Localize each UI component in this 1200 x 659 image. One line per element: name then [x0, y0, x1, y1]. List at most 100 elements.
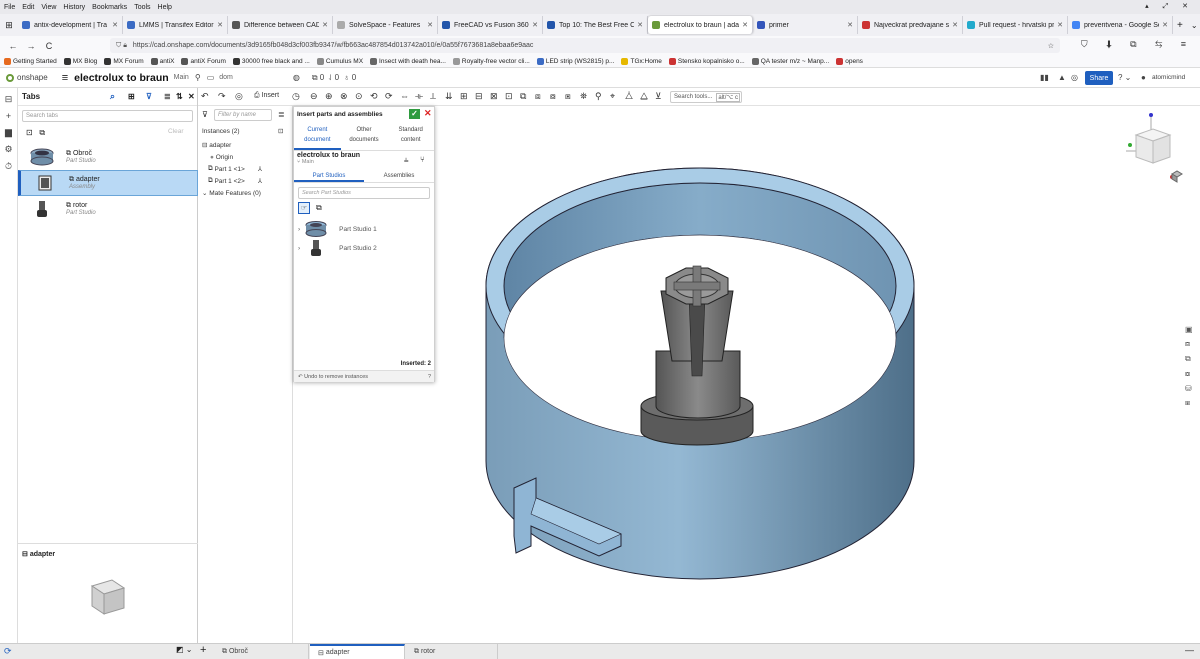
browser-tab[interactable]: Najveckrat predvajane sl ✕ — [858, 16, 963, 34]
subtab-assemblies[interactable]: Assemblies — [364, 169, 434, 182]
bookmark-item[interactable]: QA tester m/z ~ Manp... — [751, 58, 829, 65]
instance-row-origin[interactable]: ● Origin — [198, 151, 293, 163]
view-options-icon[interactable] — [1171, 170, 1183, 183]
undo-icon[interactable]: ↶ — [201, 91, 209, 102]
tab-other-documents[interactable]: Other documents — [341, 121, 388, 150]
planar-mate-icon[interactable]: ⊙ — [355, 91, 363, 102]
tab-close-icon[interactable]: ✕ — [1162, 21, 1168, 29]
tab-current-document[interactable]: Current document — [294, 121, 341, 150]
bookmark-item[interactable]: Cumulus MX — [316, 58, 363, 65]
share-button[interactable]: Share — [1085, 71, 1113, 85]
revolute-mate-icon[interactable]: ⊕ — [325, 91, 333, 102]
copy-mode-icon[interactable]: ⧉ — [316, 203, 322, 213]
app-store-icon[interactable]: ◎ — [1071, 73, 1078, 82]
insert-with-mates-icon[interactable]: ⫨ — [404, 155, 409, 165]
search-tools-input[interactable]: Search tools... alt/⌥ c — [670, 91, 742, 103]
globe-icon[interactable]: ◍ — [293, 73, 300, 82]
browser-tab[interactable]: Top 10: The Best Free CA ✕ — [543, 16, 648, 34]
graphics-options-icon[interactable]: ◩ ⌄ — [176, 645, 192, 654]
browser-tab[interactable]: Pull request - hrvatski pr ✕ — [963, 16, 1068, 34]
mate-connector-tool-icon[interactable]: ⊟ — [475, 91, 483, 102]
user-name[interactable]: atomicmind — [1152, 74, 1185, 81]
browser-tab[interactable]: Difference between CAD ✕ — [228, 16, 333, 34]
browser-tab[interactable]: LMMS | Transifex Editor ✕ — [123, 16, 228, 34]
instance-row-part1-1[interactable]: ⧉ Part 1 <1> ⅄ — [198, 163, 293, 175]
bottom-tab-obroc[interactable]: ⧉ Obroč — [214, 644, 309, 659]
browser-tab[interactable]: antix-development | Tra ✕ — [18, 16, 123, 34]
bookmark-item[interactable]: 30000 free black and ... — [232, 58, 310, 65]
part-studio-1-row[interactable]: › Part Studio 1 — [294, 219, 434, 239]
exploded-view-icon[interactable]: ⧊ — [625, 91, 633, 102]
replicate-icon[interactable]: ⧉ — [520, 91, 526, 102]
named-positions-tool-icon[interactable]: ⧋ — [640, 91, 648, 102]
help-icon[interactable]: ? ⌄ — [1118, 73, 1131, 82]
tab-close-icon[interactable]: ✕ — [427, 21, 433, 29]
bookmark-item[interactable]: antiX Forum — [181, 58, 226, 65]
cylindrical-mate-icon[interactable]: ⟲ — [370, 91, 378, 102]
link-icon[interactable]: ⚲ — [195, 73, 201, 82]
mass-properties-icon[interactable]: ⧈ — [1185, 339, 1197, 349]
bookmark-item[interactable]: Insect with death hea... — [370, 58, 446, 65]
menu-history[interactable]: History — [63, 4, 85, 11]
toolbar-extensions[interactable]: ⛉ ⬇ ⧉ ⇆ ≡ — [1081, 39, 1194, 50]
tab-close-icon[interactable]: ✕ — [637, 21, 643, 29]
bookmark-star-icon[interactable]: ☆ — [1048, 42, 1054, 50]
branch-icon[interactable]: ⑂ — [420, 155, 425, 164]
bottom-tab-adapter[interactable]: ⊟ adapter — [310, 644, 405, 659]
configuration-panel-icon[interactable]: ⧆ — [1185, 398, 1197, 408]
close-panel-icon[interactable]: ✕ — [188, 92, 195, 101]
new-tab-type-icon[interactable]: ⊡ ⧉ — [26, 128, 45, 138]
tab-close-icon[interactable]: ✕ — [742, 21, 748, 29]
bookmark-item[interactable]: Stensko kopalnisko o... — [668, 58, 745, 65]
tab-close-icon[interactable]: ✕ — [217, 21, 223, 29]
linear-pattern-icon[interactable]: ⊠ — [490, 91, 498, 102]
screw-relation-icon[interactable]: ⧆ — [565, 91, 571, 102]
instance-row-part1-2[interactable]: ⧉ Part 1 <2> ⅄ — [198, 175, 293, 187]
folder-icon[interactable]: ▭ — [207, 73, 215, 82]
add-tab-icon[interactable]: + — [0, 111, 17, 121]
back-icon[interactable]: ← — [6, 41, 20, 51]
bookmark-item[interactable]: LED strip (WS2815) p... — [536, 58, 614, 65]
onshape-logo[interactable]: onshape — [6, 73, 48, 82]
comments-icon[interactable]: ▆ — [0, 127, 17, 138]
shield-lock-icon[interactable]: ⛉ 🔒︎ — [116, 42, 127, 50]
bottom-right-icon[interactable]: — — [1185, 645, 1194, 655]
cancel-x-icon[interactable]: ✕ — [424, 108, 432, 119]
bookmark-item[interactable]: opens — [836, 58, 863, 65]
help-icon[interactable]: ? — [428, 371, 431, 383]
redo-icon[interactable]: ↷ — [218, 91, 226, 102]
history-icon[interactable]: ◎ — [235, 91, 243, 102]
tab-close-icon[interactable]: ✕ — [1057, 21, 1063, 29]
pin-slot-mate-icon[interactable]: ⟳ — [385, 91, 393, 102]
mate-connector-icon[interactable]: ◷ — [292, 91, 300, 102]
add-tab-icon[interactable]: + — [200, 644, 206, 656]
insert-button[interactable]: ⎙ Insert — [254, 92, 279, 100]
bookmark-item[interactable]: antiX — [150, 58, 174, 65]
slider-mate-icon[interactable]: ⊗ — [340, 91, 348, 102]
instance-row-adapter[interactable]: ⊟ adapter — [198, 139, 293, 151]
left-bottom-icon[interactable]: ⟳ — [4, 646, 12, 657]
filter-icon[interactable]: ⊽ — [146, 92, 152, 101]
circular-pattern-icon[interactable]: ⊡ — [505, 91, 513, 102]
named-positions-icon[interactable]: ⛁ — [1185, 384, 1197, 393]
list-view-icon[interactable]: ≣ — [164, 92, 171, 101]
width-mate-icon[interactable]: ⇊ — [445, 91, 453, 102]
section-view-icon[interactable]: ⌖ — [610, 91, 615, 102]
appearance-panel-icon[interactable]: ▣ — [1185, 325, 1197, 334]
menu-file[interactable]: File — [4, 4, 15, 11]
browser-tab[interactable]: SolveSpace - Features ✕ — [333, 16, 438, 34]
filter-icon[interactable]: ⊽ — [202, 110, 208, 119]
clear-button[interactable]: Clear — [168, 128, 184, 135]
tabs-manager-icon[interactable]: ⊟ — [0, 94, 17, 105]
tab-list-icon[interactable]: ⊞ — [0, 20, 18, 31]
hamburger-icon[interactable]: ≡ — [62, 72, 68, 84]
view-cube[interactable] — [1126, 113, 1174, 179]
list-options-icon[interactable]: ≣ — [278, 110, 285, 119]
menu-tools[interactable]: Tools — [134, 4, 150, 11]
search-tabs-input[interactable]: Search tabs — [22, 110, 193, 122]
bookmark-item[interactable]: TGx:Home — [621, 58, 662, 65]
exploded-views-icon[interactable]: ⧇ — [1185, 369, 1197, 379]
parallel-mate-icon[interactable]: ⟛ — [415, 91, 423, 102]
tab-close-icon[interactable]: ✕ — [532, 21, 538, 29]
linear-relation-icon[interactable]: ⛯ — [580, 91, 587, 102]
